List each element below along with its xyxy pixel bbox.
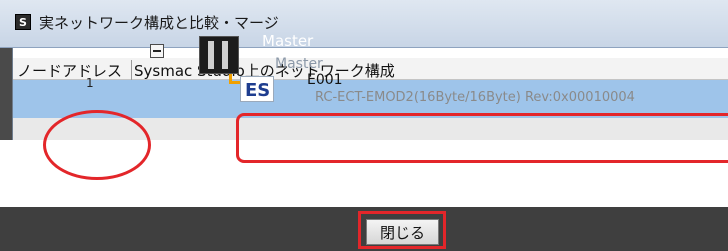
collapse-toggle-button[interactable] [150,44,164,58]
highlight-node-address-circle [43,110,151,180]
master-label: Master [262,32,314,50]
ethercat-slave-icon: ES [240,76,274,102]
master-sublabel: Master [275,56,323,72]
plc-controller-icon [199,36,239,74]
close-button[interactable]: 閉じる [366,219,439,245]
node-address-value: 1 [86,76,94,90]
device-name: E001 [307,72,343,88]
dialog-title: 実ネットワーク構成と比較・マージ [39,14,279,32]
device-description: RC-ECT-EMOD2(16Byte/16Byte) Rev:0x000100… [315,90,635,105]
dialog-titlebar: S 実ネットワーク構成と比較・マージ [0,0,728,48]
column-header-node-address[interactable]: ノードアドレス [17,60,122,81]
sysmac-app-icon: S [15,14,31,30]
table-header: ノードアドレス Sysmac Studio上のネットワーク構成 [13,58,728,81]
highlight-device-box [236,113,728,163]
